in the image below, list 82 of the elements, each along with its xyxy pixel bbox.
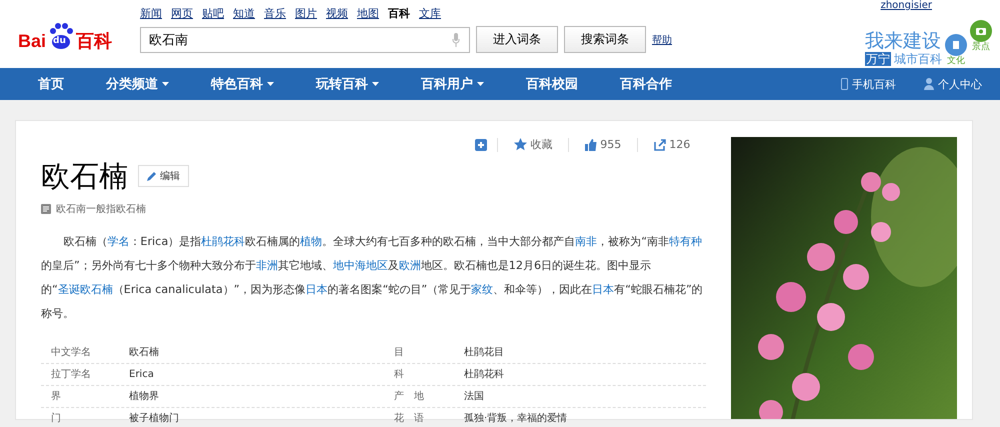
article-link[interactable]: 圣诞欧石楠	[58, 283, 113, 296]
article-link[interactable]: 欧洲	[398, 259, 421, 272]
info-label: 拉丁学名	[51, 368, 92, 382]
article-link[interactable]: 杜鹃花科	[201, 235, 246, 248]
pencil-icon	[147, 171, 157, 181]
channel-link[interactable]: 图片	[295, 6, 317, 22]
article-link[interactable]: 家纹	[471, 283, 494, 296]
person-icon	[924, 78, 934, 90]
info-label: 中文学名	[51, 346, 92, 360]
info-label: 门	[51, 412, 62, 426]
summary-paragraph: 欧石楠（学名：Erica）是指杜鹃花科欧石楠属的植物。全球大约有七百多种的欧石楠，当中大部分都产自南非，被称为“南非特有种 的皇后”；另外尚有七十多个物种大致分布于非洲其它地域、地中海地区及欧洲地区。欧石楠也是12月6日的诞生花。图中显示的“圣诞欧石楠（Erica canaliculata）”，因为形态像日本的著名图案“蛇の目”（常见于家纹、和伞等），因此在日本有“蛇眼石楠花”的称号。	[41, 234, 704, 322]
badge-label: 景点	[972, 42, 990, 52]
nav-item[interactable]: 百科用户	[411, 75, 494, 93]
document-icon	[41, 204, 51, 214]
logo-text: 百科	[76, 30, 112, 52]
promo-title[interactable]: 我来建设	[865, 30, 942, 52]
badge-label: 文化	[947, 56, 965, 66]
article-link[interactable]: 地中海地区	[332, 259, 388, 272]
nav-item[interactable]: 玩转百科	[306, 75, 389, 93]
nav-item[interactable]: 特色百科	[201, 75, 284, 93]
share-button[interactable]: 126	[648, 138, 696, 151]
nav-item[interactable]: 百科合作	[610, 75, 682, 93]
star-icon	[514, 138, 528, 151]
info-label: 花 语	[394, 412, 425, 426]
share-icon	[654, 138, 666, 150]
paw-logo: du	[46, 22, 76, 52]
nav-item[interactable]: 个人中心	[914, 76, 992, 92]
caret-icon	[267, 82, 274, 86]
nav-item[interactable]: 分类频道	[96, 75, 179, 93]
help-link[interactable]: 帮助	[652, 32, 672, 46]
article-link[interactable]: 日本	[306, 283, 328, 296]
nav-item[interactable]: 百科校园	[516, 75, 588, 93]
caret-icon	[162, 82, 169, 86]
microphone-icon[interactable]	[452, 32, 460, 46]
info-label: 界	[51, 390, 62, 404]
channel-link[interactable]: 知道	[233, 6, 255, 22]
info-value: 杜鹃花科	[464, 368, 505, 382]
article-link[interactable]: 特有种	[668, 235, 702, 248]
info-value: 欧石楠	[129, 346, 160, 360]
polysemy-note: 欧石南一般指欧石楠	[56, 202, 146, 216]
search-button[interactable]: 进入词条	[476, 26, 558, 53]
thumbs-up-icon	[585, 138, 598, 150]
article-link[interactable]: 南非	[575, 235, 598, 248]
info-value: 法国	[464, 390, 485, 404]
info-label: 目	[394, 346, 405, 360]
channel-link[interactable]: 视频	[326, 6, 348, 22]
channel-link[interactable]: 音乐	[264, 6, 286, 22]
like-button[interactable]: 955	[579, 138, 628, 151]
search-button[interactable]: 搜索词条	[564, 26, 646, 53]
channel-link[interactable]: 地图	[357, 6, 379, 22]
info-value: 杜鹃花目	[464, 346, 505, 360]
phone-icon	[841, 78, 848, 90]
camera-icon[interactable]	[970, 20, 992, 42]
nav-item[interactable]: 手机百科	[831, 76, 906, 92]
caret-icon	[477, 82, 484, 86]
logo-text: Bai	[18, 30, 46, 52]
article-link[interactable]: 非洲	[256, 259, 278, 272]
info-label: 科	[394, 368, 405, 382]
caret-icon	[372, 82, 379, 86]
info-value: Erica	[129, 368, 155, 382]
city-tag: 万宁	[865, 52, 891, 66]
info-value: 被子植物门	[129, 412, 180, 426]
nav-item[interactable]: 首页	[28, 75, 74, 93]
channel-link[interactable]: 网页	[171, 6, 193, 22]
search-field[interactable]: 欧石南	[140, 26, 470, 52]
channel-link[interactable]: 百科	[388, 6, 410, 22]
article-link[interactable]: 日本	[592, 283, 614, 296]
article-link[interactable]: 学名	[107, 235, 130, 248]
article-link[interactable]: 植物	[300, 235, 322, 248]
info-value: 植物界	[129, 390, 160, 404]
book-icon[interactable]	[945, 34, 967, 56]
info-label: 产 地	[394, 390, 425, 404]
info-value: 孤独·背叛，幸福的爱情	[464, 412, 568, 426]
user-link[interactable]: zhongisier	[880, 0, 932, 12]
add-icon[interactable]	[475, 138, 488, 150]
collect-button[interactable]: 收藏	[508, 137, 558, 152]
edit-button[interactable]: 编辑	[138, 165, 189, 187]
channel-link[interactable]: 文库	[419, 6, 441, 22]
article-title: 欧石楠	[41, 158, 128, 195]
promo-subtitle: 城市百科	[894, 52, 942, 66]
channel-link[interactable]: 贴吧	[202, 6, 224, 22]
channel-link[interactable]: 新闻	[140, 6, 162, 22]
